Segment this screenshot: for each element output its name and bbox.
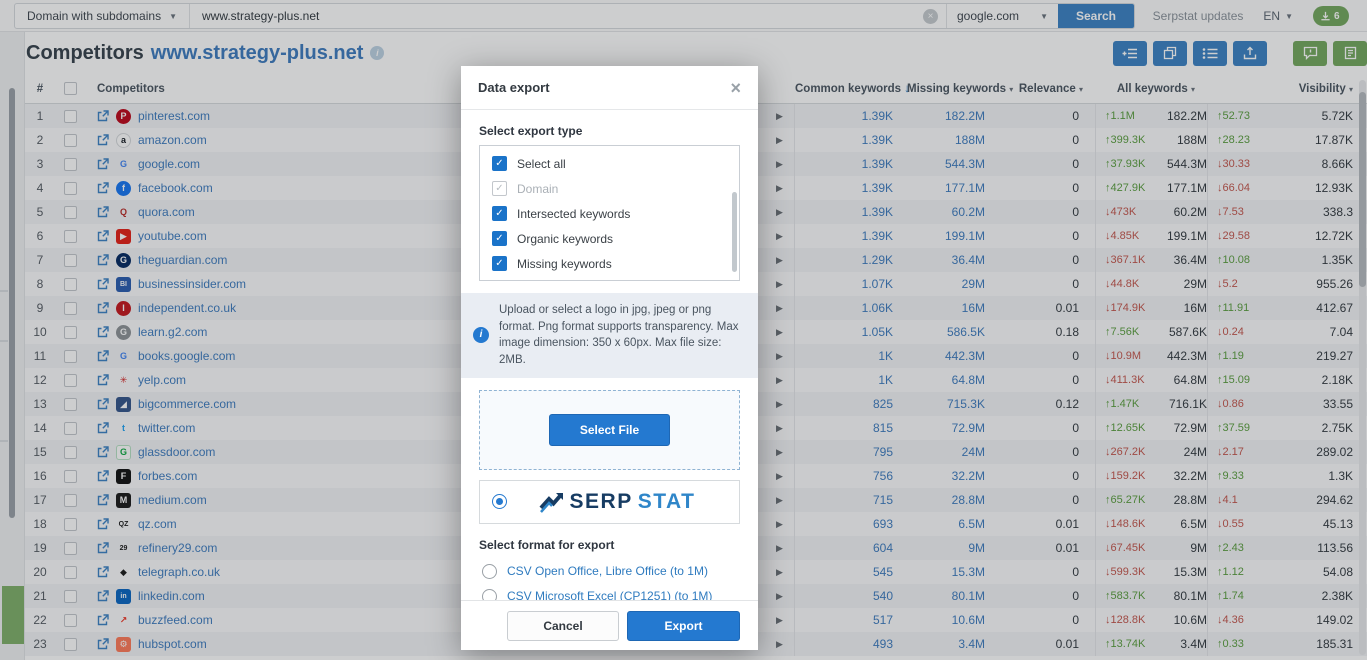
radio-icon[interactable] xyxy=(482,564,497,579)
checkbox-icon[interactable]: ✓ xyxy=(492,156,507,171)
checkbox-icon: ✓ xyxy=(492,181,507,196)
format-option-label: CSV Open Office, Libre Office (to 1M) xyxy=(507,564,708,578)
list-scrollbar-thumb[interactable] xyxy=(732,192,737,272)
export-type-option[interactable]: ✓ Select all xyxy=(492,151,739,176)
export-type-option[interactable]: ✓ Intersected keywords xyxy=(492,201,739,226)
export-type-option-label: Select all xyxy=(517,157,566,171)
export-type-option-label: Intersected keywords xyxy=(517,207,630,221)
cancel-button[interactable]: Cancel xyxy=(507,611,619,641)
export-button[interactable]: Export xyxy=(627,611,740,641)
info-icon: i xyxy=(473,327,489,343)
logo-upload-dropzone[interactable]: Select File xyxy=(479,390,740,470)
export-type-label: Select export type xyxy=(479,124,740,138)
logo-radio[interactable] xyxy=(492,494,507,509)
modal-title: Data export xyxy=(478,80,550,95)
serpstat-logo-icon xyxy=(539,491,565,513)
export-type-list: ✓Select all✓Domain✓Intersected keywords✓… xyxy=(479,145,740,281)
export-type-items: ✓Select all✓Domain✓Intersected keywords✓… xyxy=(492,151,739,276)
checkbox-icon[interactable]: ✓ xyxy=(492,231,507,246)
format-options: CSV Open Office, Libre Office (to 1M) CSV… xyxy=(479,559,740,600)
select-file-button[interactable]: Select File xyxy=(549,414,670,446)
export-type-option: ✓ Domain xyxy=(492,176,739,201)
format-option[interactable]: CSV Open Office, Libre Office (to 1M) xyxy=(479,559,740,584)
export-type-option-label: Organic keywords xyxy=(517,232,613,246)
serpstat-logo: SERPSTAT xyxy=(539,490,696,514)
close-icon[interactable]: × xyxy=(730,79,741,97)
export-type-option-label: Missing keywords xyxy=(517,257,612,271)
radio-icon[interactable] xyxy=(482,589,497,600)
format-option[interactable]: CSV Microsoft Excel (CP1251) (to 1M) xyxy=(479,584,740,600)
checkbox-icon[interactable]: ✓ xyxy=(492,256,507,271)
format-option-label: CSV Microsoft Excel (CP1251) (to 1M) xyxy=(507,589,712,600)
data-export-modal: Data export × Select export type ✓ Select… xyxy=(461,66,758,650)
logo-hint-text: Upload or select a logo in jpg, jpeg or … xyxy=(499,304,738,366)
export-type-option[interactable]: ✓ Missing keywords xyxy=(492,251,739,276)
export-type-option-label: Domain xyxy=(517,182,558,196)
format-label: Select format for export xyxy=(479,538,740,552)
logo-hint-banner: i Upload or select a logo in jpg, jpeg o… xyxy=(461,293,758,378)
export-type-option[interactable]: ✓ Organic keywords xyxy=(492,226,739,251)
checkbox-icon[interactable]: ✓ xyxy=(492,206,507,221)
serpstat-logo-option[interactable]: SERPSTAT xyxy=(479,480,740,524)
